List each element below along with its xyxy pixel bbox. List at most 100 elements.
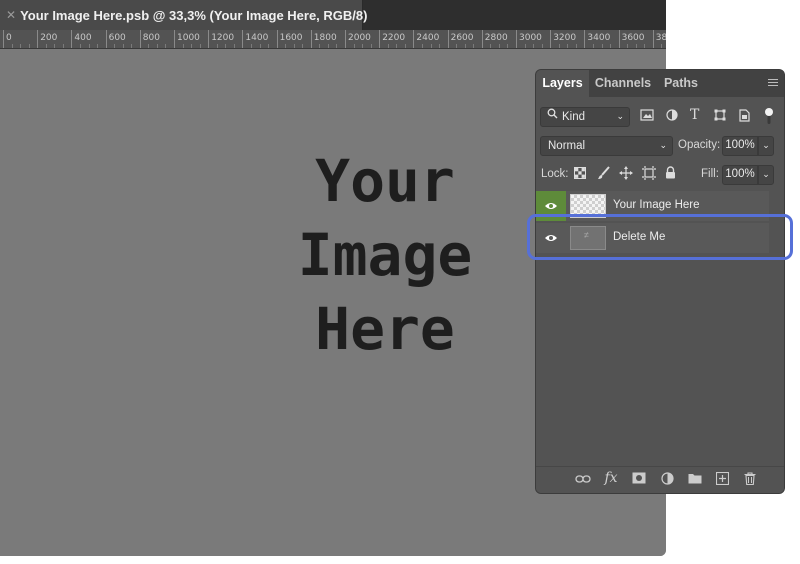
ruler-tick: 1000 (174, 30, 200, 48)
ruler-minor-tick (464, 44, 466, 48)
fill-label: Fill: (701, 168, 719, 180)
ruler-minor-tick (661, 44, 663, 48)
layer-filter-select[interactable]: Kind ⌄ (540, 107, 630, 127)
adjustment-filter-icon[interactable] (666, 109, 678, 124)
lock-pixels-brush-icon[interactable] (597, 166, 610, 183)
ruler-tick-label: 200 (40, 33, 58, 43)
ruler-minor-tick (362, 44, 364, 48)
ruler-tick: 1200 (208, 30, 234, 48)
ruler-tick: 2200 (379, 30, 405, 48)
ruler-minor-tick (259, 44, 261, 48)
ruler-minor-tick (370, 44, 372, 48)
ruler-tick: 380 (652, 30, 666, 48)
lock-transparency-icon[interactable] (574, 167, 586, 182)
ruler-minor-tick (88, 44, 90, 48)
ruler-minor-tick (507, 44, 509, 48)
ruler-minor-tick (156, 44, 158, 48)
filter-toggle[interactable] (765, 107, 773, 125)
ruler-minor-tick (216, 44, 218, 48)
fill-input[interactable]: 100% (722, 165, 758, 185)
fx-icon[interactable]: fx (602, 470, 620, 486)
ruler-tick-label: 2600 (450, 33, 474, 43)
layer-name[interactable]: Your Image Here (613, 199, 700, 211)
document-tab[interactable]: ✕ Your Image Here.psb @ 33,3% (Your Imag… (0, 0, 367, 30)
ruler-tick: 3000 (516, 30, 542, 48)
ruler-minor-tick (199, 44, 201, 48)
type-filter-icon[interactable]: T (690, 107, 699, 123)
ruler-tick-label: 2800 (484, 33, 508, 43)
ruler-minor-tick (250, 44, 252, 48)
ruler-tick-label: 2000 (348, 33, 371, 43)
ruler-tick-label: 1800 (313, 33, 337, 43)
ruler-minor-tick (62, 44, 64, 48)
ruler-minor-tick (575, 44, 577, 48)
ruler-minor-tick (114, 44, 116, 48)
opacity-dropdown-button[interactable]: ⌄ (758, 136, 774, 156)
trash-icon[interactable] (741, 472, 759, 488)
ruler-minor-tick (567, 44, 569, 48)
opacity-input[interactable]: 100% (722, 136, 758, 156)
mask-icon[interactable] (630, 472, 648, 487)
lock-position-move-icon[interactable] (619, 166, 633, 183)
ruler-minor-tick (97, 44, 99, 48)
ruler-minor-tick (45, 44, 47, 48)
ruler-minor-tick (327, 44, 329, 48)
ruler-minor-tick (54, 44, 56, 48)
ruler-tick-label: 1600 (279, 33, 303, 43)
ruler-minor-tick (601, 44, 603, 48)
tab-paths[interactable]: Paths (658, 70, 704, 97)
horizontal-ruler[interactable]: 0 200 400 600 800 1000 1200 1400 1600 1800 2000 220… (0, 30, 666, 49)
ruler-tick: 2600 (447, 30, 474, 48)
pixel-filter-icon[interactable] (640, 109, 654, 124)
ruler-tick-label: 3600 (621, 33, 645, 43)
close-icon[interactable]: ✕ (6, 0, 16, 30)
ruler-tick-label: 3000 (519, 33, 542, 43)
fill-dropdown-button[interactable]: ⌄ (758, 165, 774, 185)
tab-layers[interactable]: Layers (536, 70, 589, 97)
ruler-minor-tick (524, 44, 526, 48)
blend-mode-select[interactable]: Normal ⌄ (540, 136, 673, 156)
ruler-minor-tick (421, 44, 423, 48)
chevron-down-icon: ⌄ (659, 140, 667, 150)
ruler-tick: 1400 (242, 30, 268, 48)
tab-channels[interactable]: Channels (592, 70, 654, 97)
ruler-tick-label: 800 (142, 33, 160, 43)
smart-object-filter-icon[interactable] (739, 109, 750, 125)
ruler-minor-tick (28, 44, 30, 48)
lock-artboard-icon[interactable] (642, 166, 656, 183)
ruler-tick: 400 (71, 30, 92, 48)
ruler-minor-tick (20, 44, 22, 48)
canvas-text-line: Here (315, 295, 455, 363)
ruler-tick-label: 3200 (553, 33, 577, 43)
link-icon[interactable] (574, 472, 592, 487)
ruler-tick: 3400 (584, 30, 610, 48)
lock-all-icon[interactable] (665, 166, 676, 182)
ruler-tick-label: 0 (6, 33, 12, 43)
ruler-tick: 0 (3, 30, 12, 48)
ruler-minor-tick (131, 44, 133, 48)
document-tab-title: Your Image Here.psb @ 33,3% (Your Image … (20, 7, 368, 23)
ruler-minor-tick (473, 44, 475, 48)
ruler-tick-label: 400 (74, 33, 92, 43)
highlight-outline (527, 214, 793, 260)
ruler-minor-tick (533, 44, 535, 48)
ruler-minor-tick (541, 44, 543, 48)
ruler-minor-tick (302, 44, 304, 48)
adjustment-icon[interactable] (658, 472, 676, 488)
ruler-minor-tick (268, 44, 270, 48)
blend-mode-value: Normal (548, 140, 586, 152)
ruler-minor-tick (610, 44, 612, 48)
new-layer-icon[interactable] (713, 471, 731, 488)
ruler-tick: 2800 (481, 30, 508, 48)
layers-panel-footer: fx (536, 466, 784, 493)
ruler-tick: 2000 (345, 30, 371, 48)
panel-menu-icon[interactable] (768, 79, 778, 88)
lock-label: Lock: (541, 168, 569, 180)
ruler-minor-tick (191, 44, 193, 48)
ruler-tick-label: 1400 (245, 33, 269, 43)
folder-icon[interactable] (686, 472, 704, 487)
document-tab-bar: ✕ Your Image Here.psb @ 33,3% (Your Imag… (0, 0, 666, 30)
ruler-minor-tick (336, 44, 338, 48)
shape-filter-icon[interactable] (714, 109, 726, 124)
ruler-tick: 1800 (310, 30, 337, 48)
